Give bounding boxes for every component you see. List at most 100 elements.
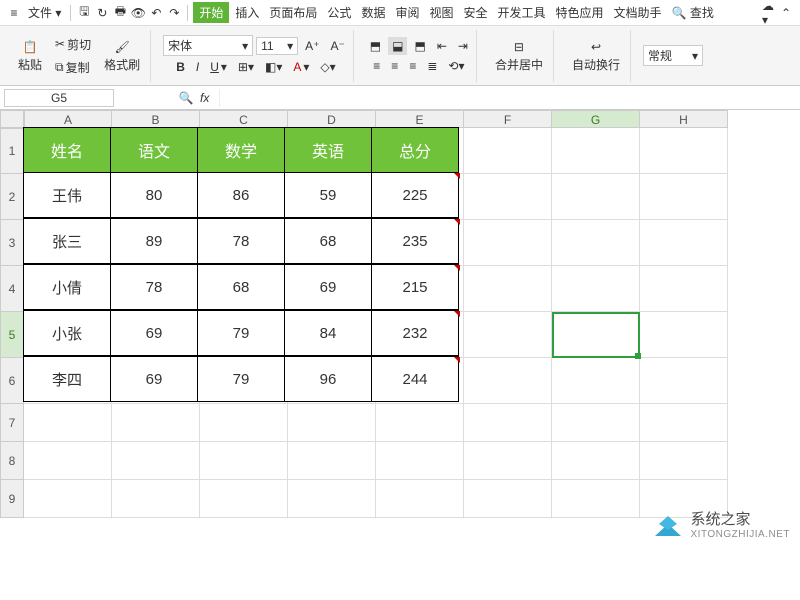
table-cell[interactable]: 84 — [284, 310, 372, 356]
copy-button[interactable]: ⧉复制 — [51, 57, 95, 78]
cells-area[interactable]: 姓名 语文 数学 英语 总分 王伟 80 86 59 225 张三 89 78 — [24, 128, 728, 518]
reload-icon[interactable]: ↻ — [94, 5, 110, 21]
table-cell[interactable]: 89 — [110, 218, 198, 264]
print-icon[interactable]: 🖶 — [112, 5, 128, 21]
align-top-button[interactable]: ⬒ — [366, 37, 385, 55]
tab-view[interactable]: 视图 — [425, 2, 457, 23]
comment-indicator-icon[interactable] — [454, 357, 460, 363]
col-head-a[interactable]: A — [24, 110, 112, 128]
distribute-button[interactable]: ≣ — [423, 57, 441, 75]
table-cell[interactable]: 68 — [284, 218, 372, 264]
border-button[interactable]: ⊞▾ — [234, 58, 258, 76]
row-head-8[interactable]: 8 — [0, 442, 24, 480]
table-cell[interactable]: 235 — [371, 218, 459, 264]
wrap-button[interactable]: ↩ 自动换行 — [566, 37, 626, 75]
search-button[interactable]: 🔍 查找 — [668, 2, 718, 23]
tab-layout[interactable]: 页面布局 — [265, 2, 321, 23]
table-header[interactable]: 英语 — [284, 127, 372, 173]
table-cell[interactable]: 68 — [197, 264, 285, 310]
table-cell[interactable]: 69 — [284, 264, 372, 310]
align-center-button[interactable]: ≡ — [387, 57, 402, 75]
menu-file[interactable]: 文件 ▾ — [24, 2, 65, 23]
collapse-ribbon-icon[interactable]: ⌃ — [778, 5, 794, 21]
table-header[interactable]: 总分 — [371, 127, 459, 173]
table-cell[interactable]: 78 — [110, 264, 198, 310]
zoom-icon[interactable]: 🔍 — [178, 90, 194, 106]
col-head-g[interactable]: G — [552, 110, 640, 128]
tab-home[interactable]: 开始 — [193, 2, 229, 23]
font-size-select[interactable]: 11▾ — [256, 37, 298, 55]
col-head-d[interactable]: D — [288, 110, 376, 128]
indent-right-button[interactable]: ⇥ — [454, 37, 472, 55]
comment-indicator-icon[interactable] — [454, 265, 460, 271]
table-cell[interactable]: 王伟 — [23, 172, 111, 218]
decrease-font-button[interactable]: A⁻ — [326, 37, 348, 55]
row-head-7[interactable]: 7 — [0, 404, 24, 442]
orientation-button[interactable]: ⟲▾ — [444, 57, 468, 75]
col-head-b[interactable]: B — [112, 110, 200, 128]
tab-formula[interactable]: 公式 — [323, 2, 355, 23]
table-cell[interactable]: 小倩 — [23, 264, 111, 310]
table-cell[interactable]: 69 — [110, 356, 198, 402]
table-cell[interactable]: 232 — [371, 310, 459, 356]
number-format-select[interactable]: 常规▾ — [643, 45, 703, 66]
fx-label[interactable]: fx — [200, 91, 209, 105]
indent-left-button[interactable]: ⇤ — [433, 37, 451, 55]
comment-indicator-icon[interactable] — [454, 311, 460, 317]
table-cell[interactable]: 张三 — [23, 218, 111, 264]
align-right-button[interactable]: ≡ — [405, 57, 420, 75]
row-head-2[interactable]: 2 — [0, 174, 24, 220]
name-box[interactable]: G5 — [4, 89, 114, 107]
underline-button[interactable]: U▾ — [206, 58, 231, 76]
merge-button[interactable]: ⊟ 合并居中 — [489, 37, 549, 75]
row-head-6[interactable]: 6 — [0, 358, 24, 404]
table-cell[interactable]: 80 — [110, 172, 198, 218]
save-icon[interactable]: 🖫 — [76, 5, 92, 21]
tab-review[interactable]: 审阅 — [391, 2, 423, 23]
table-cell[interactable]: 59 — [284, 172, 372, 218]
col-head-h[interactable]: H — [640, 110, 728, 128]
paste-button[interactable]: 📋 粘贴 — [12, 37, 48, 75]
row-head-5[interactable]: 5 — [0, 312, 24, 358]
undo-icon[interactable]: ↶ — [148, 5, 164, 21]
table-cell[interactable]: 96 — [284, 356, 372, 402]
table-cell[interactable]: 244 — [371, 356, 459, 402]
tab-security[interactable]: 安全 — [459, 2, 491, 23]
clear-format-button[interactable]: ◇▾ — [316, 58, 339, 76]
tab-special[interactable]: 特色应用 — [552, 2, 608, 23]
table-header[interactable]: 数学 — [197, 127, 285, 173]
font-name-select[interactable]: 宋体▾ — [163, 35, 253, 56]
table-cell[interactable]: 86 — [197, 172, 285, 218]
redo-icon[interactable]: ↷ — [166, 5, 182, 21]
align-left-button[interactable]: ≡ — [369, 57, 384, 75]
row-head-1[interactable]: 1 — [0, 128, 24, 174]
row-head-3[interactable]: 3 — [0, 220, 24, 266]
cut-button[interactable]: ✂剪切 — [51, 34, 95, 55]
italic-button[interactable]: I — [192, 58, 203, 76]
font-color-button[interactable]: A▾ — [289, 58, 313, 76]
increase-font-button[interactable]: A⁺ — [301, 37, 323, 55]
row-head-9[interactable]: 9 — [0, 480, 24, 518]
table-cell[interactable]: 79 — [197, 356, 285, 402]
table-cell[interactable]: 78 — [197, 218, 285, 264]
menu-icon[interactable]: ≡ — [6, 5, 22, 21]
row-head-4[interactable]: 4 — [0, 266, 24, 312]
table-cell[interactable]: 215 — [371, 264, 459, 310]
select-all-corner[interactable] — [0, 110, 24, 128]
col-head-e[interactable]: E — [376, 110, 464, 128]
table-cell[interactable]: 李四 — [23, 356, 111, 402]
bold-button[interactable]: B — [172, 58, 189, 76]
align-middle-button[interactable]: ⬓ — [388, 37, 407, 55]
table-cell[interactable]: 69 — [110, 310, 198, 356]
tab-doc-helper[interactable]: 文档助手 — [610, 2, 666, 23]
col-head-c[interactable]: C — [200, 110, 288, 128]
cloud-icon[interactable]: ☁▾ — [760, 5, 776, 21]
table-header[interactable]: 语文 — [110, 127, 198, 173]
table-header[interactable]: 姓名 — [23, 127, 111, 173]
tab-dev[interactable]: 开发工具 — [494, 2, 550, 23]
col-head-f[interactable]: F — [464, 110, 552, 128]
table-cell[interactable]: 小张 — [23, 310, 111, 356]
formula-input[interactable] — [219, 89, 800, 107]
preview-icon[interactable]: 👁 — [130, 5, 146, 21]
format-painter-button[interactable]: 🖌 格式刷 — [98, 37, 146, 75]
